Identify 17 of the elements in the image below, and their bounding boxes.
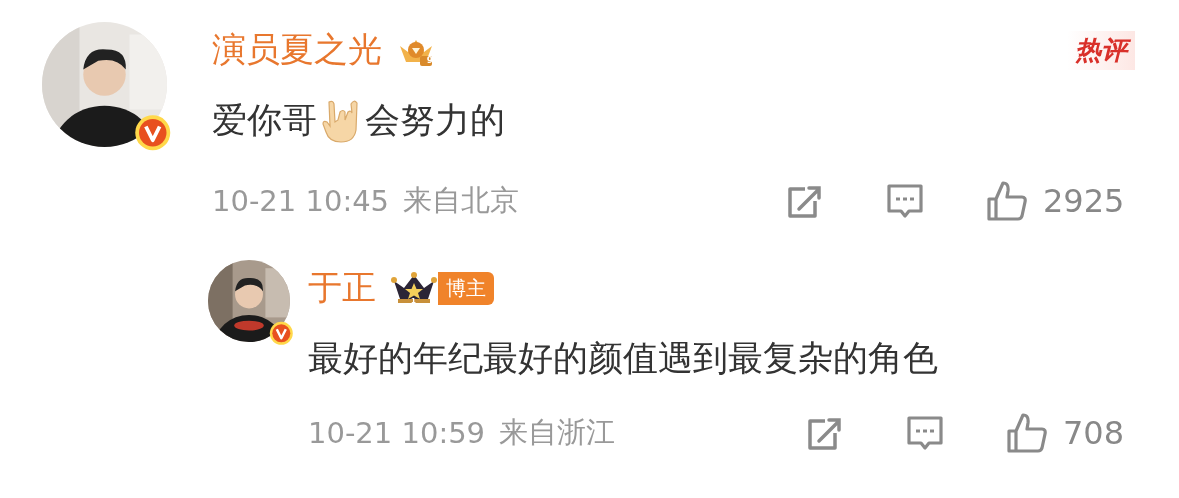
- verified-badge-icon: [269, 321, 294, 346]
- verified-badge-icon: [133, 113, 171, 151]
- location-label: 来自浙江: [499, 414, 616, 451]
- timestamp: 10-21 10:45: [212, 184, 390, 218]
- comment-text: 爱你哥: [212, 98, 317, 142]
- username[interactable]: 演员夏之光: [212, 27, 382, 73]
- thumbs-up-icon[interactable]: [1005, 411, 1049, 455]
- location-label: 来自北京: [403, 182, 520, 219]
- comment-icon[interactable]: [905, 413, 945, 453]
- comment-icon[interactable]: [885, 181, 925, 221]
- like-count: 2925: [1043, 182, 1125, 220]
- comment-text: 会努力的: [365, 98, 505, 142]
- like-count: 708: [1063, 414, 1125, 452]
- reply-text: 最好的年纪最好的颜值遇到最复杂的角色: [308, 336, 938, 380]
- thumbs-up-icon[interactable]: [985, 179, 1029, 223]
- username[interactable]: 于正: [308, 265, 376, 311]
- timestamp: 10-21 10:59: [308, 416, 486, 450]
